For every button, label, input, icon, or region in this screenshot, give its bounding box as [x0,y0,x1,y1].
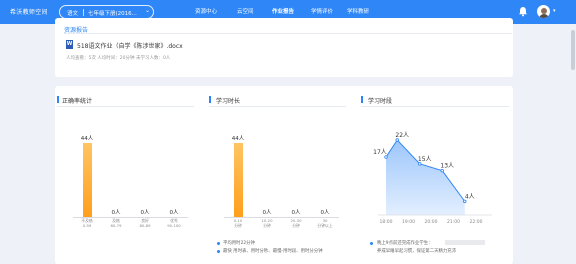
accuracy-category-label: 及格 60-79 [110,218,122,228]
app-logo[interactable]: 希沃教师空间 [10,7,48,16]
chevron-down-icon: ⌄ [145,7,151,14]
section-marker [209,96,211,103]
divider [57,106,194,107]
duration-title: 学习时长 [216,98,241,105]
subject-grade-selector[interactable]: 语文 七年级下册(2016... ⌄ [59,5,154,19]
accuracy-value-label: 0人 [169,210,179,216]
duration-value-label: 44人 [231,136,245,142]
nav-learning-evaluation[interactable]: 学情评价 [311,7,333,15]
nav-resource-center[interactable]: 资源中心 [195,7,217,15]
duration-value-label: 0人 [291,210,301,216]
divider [83,9,84,16]
accuracy-category-label: 不及格 0-59 [81,218,93,228]
accuracy-value-label: 0人 [111,210,121,216]
duration-legend-avg: 平均用时22分钟 [223,241,255,246]
accuracy-category-label: 良好 80-89 [139,218,151,228]
timeslot-legend-late: 晚上9点前还完成作业学生： [377,241,433,246]
redacted-names [445,240,485,245]
nav-cloud-space[interactable]: 云空间 [237,7,254,15]
avatar[interactable] [537,5,550,18]
accuracy-title: 正确率统计 [62,98,93,105]
resource-document-link[interactable]: 518语文作业（自学《陈涉世家》.docx [77,41,183,50]
legend-dot [217,242,220,245]
accuracy-bar[interactable] [82,143,92,217]
legend-dot [217,250,220,253]
divider [361,106,509,107]
legend-dot [370,242,373,245]
word-doc-icon: W [66,40,73,49]
chevron-down-icon[interactable]: ▾ [553,8,556,14]
timeslot-title: 学习时段 [368,98,393,105]
nav-subject-research[interactable]: 学科教研 [347,7,369,15]
section-marker [57,96,59,103]
bell-icon[interactable] [518,6,528,17]
grade-label: 七年级下册(2016... [88,11,137,17]
divider [209,106,346,107]
duration-category-label: 20-30 分钟 [290,218,302,228]
duration-category-label: 10-20 分钟 [261,218,273,228]
duration-category-label: 30 分钟以上 [317,218,333,228]
duration-value-label: 0人 [262,210,272,216]
accuracy-value-label: 0人 [140,210,150,216]
scrollbar[interactable] [571,30,575,70]
nav-homework-report[interactable]: 作业报告 [272,7,294,15]
timeslot-legend-tip: 养成早睡早起习惯，保证第二天精力充沛 [377,249,457,254]
subject-label: 语文 [67,11,79,17]
divider [64,33,512,34]
accuracy-value-label: 44人 [80,136,94,142]
resource-stats: 人均查看：5次 人均时间：20分钟 未学习人数：0人 [66,56,171,61]
section-marker [361,96,363,103]
duration-value-label: 0人 [320,210,330,216]
duration-category-label: 0-10 分钟 [233,218,243,228]
duration-bar[interactable] [233,143,243,217]
duration-legend-range: 最快 用时表、用时分秒、最慢-用时段、用时分分钟 [223,249,323,254]
accuracy-category-label: 优秀 90-100 [167,218,181,228]
statistics-card [55,86,513,264]
